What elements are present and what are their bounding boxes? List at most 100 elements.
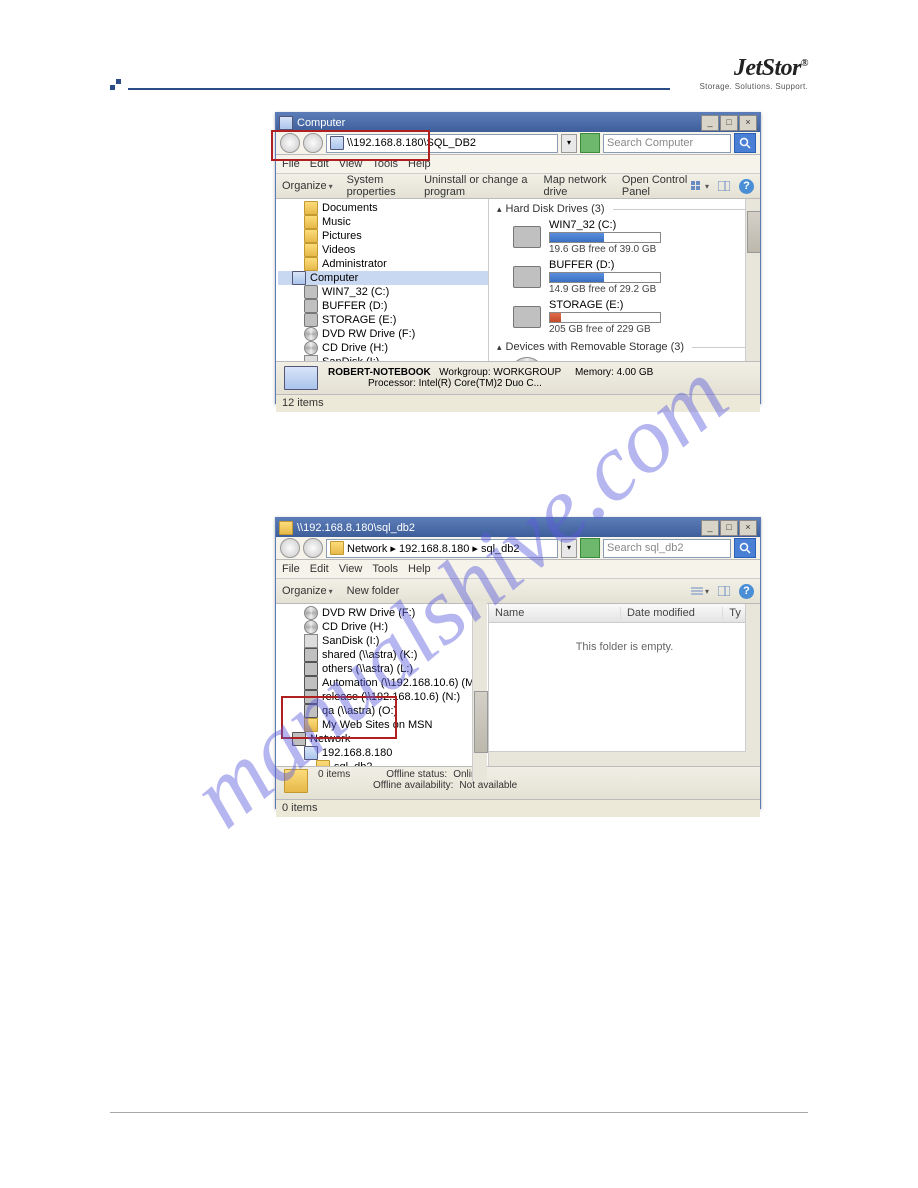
help-button[interactable]: ?	[739, 179, 754, 194]
net-icon	[304, 690, 318, 704]
tree-item[interactable]: Music	[278, 215, 488, 229]
tree-item-label: Pictures	[322, 230, 362, 242]
net-icon	[304, 676, 318, 690]
net-icon	[304, 704, 318, 718]
tree-item[interactable]: BUFFER (D:)	[278, 299, 488, 313]
tree-item-label: qa (\\astra) (O:)	[322, 705, 397, 717]
tree-item[interactable]: Automation (\\192.168.10.6) (M:)	[278, 676, 488, 690]
refresh-button[interactable]	[580, 538, 600, 558]
toolbar: Organize▾ System properties Uninstall or…	[276, 174, 760, 199]
control-panel-button[interactable]: Open Control Panel	[622, 174, 691, 198]
collapse-icon[interactable]: ▴	[497, 342, 502, 353]
nav-bar: Network ▸ 192.168.8.180 ▸ sql_db2 ▾ Sear…	[276, 537, 760, 560]
uninstall-button[interactable]: Uninstall or change a program	[424, 174, 529, 198]
menu-edit[interactable]: Edit	[310, 158, 329, 170]
maximize-button[interactable]: □	[720, 115, 738, 131]
tree-item[interactable]: SanDisk (I:)	[278, 634, 488, 648]
drive-item[interactable]: WIN7_32 (C:)19.6 GB free of 39.0 GB	[489, 217, 760, 257]
tree-item[interactable]: STORAGE (E:)	[278, 313, 488, 327]
drive-icon	[304, 313, 318, 327]
minimize-button[interactable]: _	[701, 115, 719, 131]
menu-edit[interactable]: Edit	[310, 563, 329, 575]
drive-item[interactable]: BUFFER (D:)14.9 GB free of 29.2 GB	[489, 257, 760, 297]
tree-item[interactable]: My Web Sites on MSN	[278, 718, 488, 732]
menu-help[interactable]: Help	[408, 158, 431, 170]
col-date[interactable]: Date modified	[621, 607, 723, 619]
window-icon	[279, 116, 293, 130]
tree-item[interactable]: qa (\\astra) (O:)	[278, 704, 488, 718]
drive-name: WIN7_32 (C:)	[549, 219, 661, 231]
menu-view[interactable]: View	[339, 563, 363, 575]
removable-item[interactable]: DVD RW Drive (F:)	[489, 355, 760, 361]
search-button[interactable]	[734, 133, 756, 153]
preview-pane-button[interactable]	[715, 582, 733, 600]
tree-item[interactable]: others (\\astra) (L:)	[278, 662, 488, 676]
maximize-button[interactable]: □	[720, 520, 738, 536]
address-bar[interactable]: Network ▸ 192.168.8.180 ▸ sql_db2	[326, 539, 558, 558]
search-input[interactable]: Search sql_db2	[603, 539, 731, 558]
tree-item-label: Network	[310, 733, 350, 745]
drive-icon	[513, 306, 541, 328]
tree-item[interactable]: WIN7_32 (C:)	[278, 285, 488, 299]
scrollbar-vertical[interactable]	[745, 199, 760, 361]
tree-item[interactable]: CD Drive (H:)	[278, 620, 488, 634]
tree-item[interactable]: Network	[278, 732, 488, 746]
map-drive-button[interactable]: Map network drive	[544, 174, 608, 198]
tree-item[interactable]: CD Drive (H:)	[278, 341, 488, 355]
menu-help[interactable]: Help	[408, 563, 431, 575]
scrollbar-vertical[interactable]	[745, 604, 760, 766]
search-input[interactable]: Search Computer	[603, 134, 731, 153]
tree-item[interactable]: Computer	[278, 271, 488, 285]
tree-item[interactable]: 192.168.8.180	[278, 746, 488, 760]
tree-item[interactable]: release (\\192.168.10.6) (N:)	[278, 690, 488, 704]
drive-usage-bar	[549, 272, 661, 283]
tree-item[interactable]: shared (\\astra) (K:)	[278, 648, 488, 662]
collapse-icon[interactable]: ▴	[497, 204, 502, 215]
tree-item[interactable]: Pictures	[278, 229, 488, 243]
tree-item[interactable]: DVD RW Drive (F:)	[278, 606, 488, 620]
address-dropdown-button[interactable]: ▾	[561, 134, 577, 153]
system-properties-button[interactable]: System properties	[347, 174, 410, 198]
minimize-button[interactable]: _	[701, 520, 719, 536]
tree-item-label: 192.168.8.180	[322, 747, 392, 759]
tree-scrollbar[interactable]	[472, 604, 487, 766]
address-dropdown-button[interactable]: ▾	[561, 539, 577, 558]
organize-button[interactable]: Organize▾	[282, 180, 333, 192]
col-name[interactable]: Name	[489, 607, 621, 619]
back-button[interactable]	[280, 538, 300, 558]
view-options-button[interactable]: ▾	[691, 582, 709, 600]
usb-icon	[304, 634, 318, 648]
organize-button[interactable]: Organize▾	[282, 585, 333, 597]
tree-item[interactable]: Administrator	[278, 257, 488, 271]
help-button[interactable]: ?	[739, 584, 754, 599]
close-button[interactable]: ×	[739, 520, 757, 536]
title-bar: \\192.168.8.180\sql_db2 _ □ ×	[276, 518, 760, 537]
close-button[interactable]: ×	[739, 115, 757, 131]
menu-tools[interactable]: Tools	[372, 563, 398, 575]
new-folder-button[interactable]: New folder	[347, 585, 400, 597]
tree-item-label: Automation (\\192.168.10.6) (M:)	[322, 677, 481, 689]
forward-button[interactable]	[303, 133, 323, 153]
back-button[interactable]	[280, 133, 300, 153]
forward-button[interactable]	[303, 538, 323, 558]
drive-icon	[513, 226, 541, 248]
menu-tools[interactable]: Tools	[372, 158, 398, 170]
tree-item[interactable]: sql_db2	[278, 760, 488, 766]
tree-item[interactable]: Documents	[278, 201, 488, 215]
menu-view[interactable]: View	[339, 158, 363, 170]
processor-label: Processor:	[368, 378, 416, 389]
address-bar[interactable]: \\192.168.8.180\SQL_DB2	[326, 134, 558, 153]
view-options-button[interactable]: ▾	[691, 177, 709, 195]
tree-item[interactable]: Videos	[278, 243, 488, 257]
scrollbar-horizontal[interactable]	[489, 751, 746, 766]
tree-item[interactable]: DVD RW Drive (F:)	[278, 327, 488, 341]
search-button[interactable]	[734, 538, 756, 558]
preview-pane-button[interactable]	[715, 177, 733, 195]
menu-file[interactable]: File	[282, 158, 300, 170]
window-title: \\192.168.8.180\sql_db2	[297, 522, 415, 534]
menu-file[interactable]: File	[282, 563, 300, 575]
navigation-tree: DVD RW Drive (F:)CD Drive (H:)SanDisk (I…	[276, 604, 489, 766]
drive-item[interactable]: STORAGE (E:)205 GB free of 229 GB	[489, 297, 760, 337]
go-button[interactable]	[580, 133, 600, 153]
tree-item[interactable]: SanDisk (I:)	[278, 355, 488, 361]
